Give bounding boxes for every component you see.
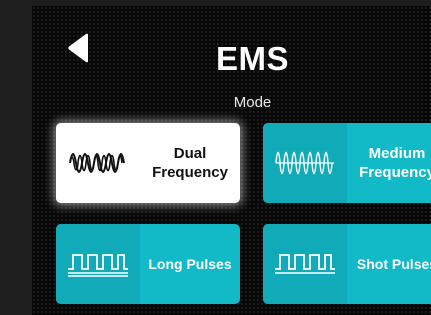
mode-label-line1: Dual	[173, 145, 207, 162]
mode-shot-pulses-button[interactable]: Shot Pulses	[263, 224, 431, 304]
mode-icon-zone	[263, 224, 347, 304]
mode-dual-frequency-button[interactable]: Dual Frequency	[56, 123, 240, 203]
mode-label: Dual Frequency	[140, 123, 240, 203]
mode-long-pulses-button[interactable]: Long Pulses	[56, 224, 240, 304]
mode-medium-frequency-button[interactable]: Medium Frequency	[263, 123, 431, 203]
mode-label: Shot Pulses	[356, 255, 431, 272]
dual-frequency-wave-icon	[69, 153, 125, 173]
medium-frequency-wave-icon	[275, 151, 334, 175]
mode-label-line2: Frequency	[152, 164, 228, 181]
page-title: EMS	[215, 40, 289, 77]
mode-icon-zone	[56, 224, 140, 304]
mode-label-line2: Frequency	[359, 164, 431, 181]
ems-screen: EMS Mode Dual Frequency Medium Frequency…	[32, 6, 431, 315]
mode-icon-zone	[56, 123, 140, 203]
short-pulses-icon	[275, 254, 335, 274]
long-pulses-icon	[68, 254, 128, 277]
mode-label: Long Pulses	[148, 255, 232, 272]
mode-subtitle: Mode	[233, 94, 272, 111]
mode-icon-zone	[263, 123, 347, 203]
mode-label: Medium Frequency	[347, 123, 431, 203]
mode-label-line1: Medium	[368, 145, 426, 162]
